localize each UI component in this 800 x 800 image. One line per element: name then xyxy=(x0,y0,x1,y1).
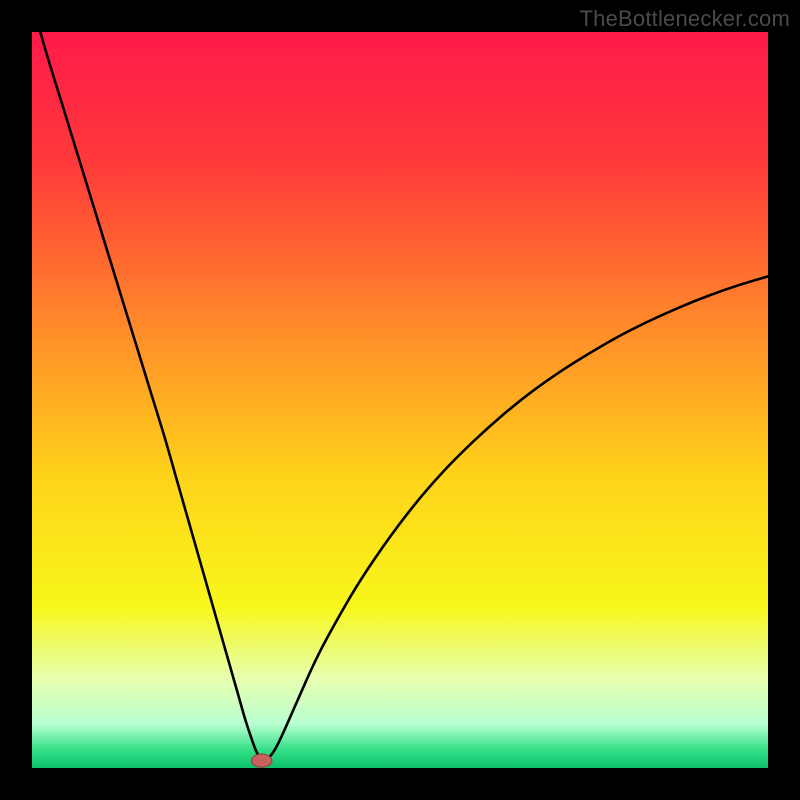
chart-canvas xyxy=(32,32,768,768)
plot-area xyxy=(32,32,768,768)
chart-frame: TheBottlenecker.com xyxy=(0,0,800,800)
optimal-point-marker xyxy=(251,754,272,767)
watermark-text: TheBottlenecker.com xyxy=(580,6,790,32)
gradient-background xyxy=(32,32,768,768)
